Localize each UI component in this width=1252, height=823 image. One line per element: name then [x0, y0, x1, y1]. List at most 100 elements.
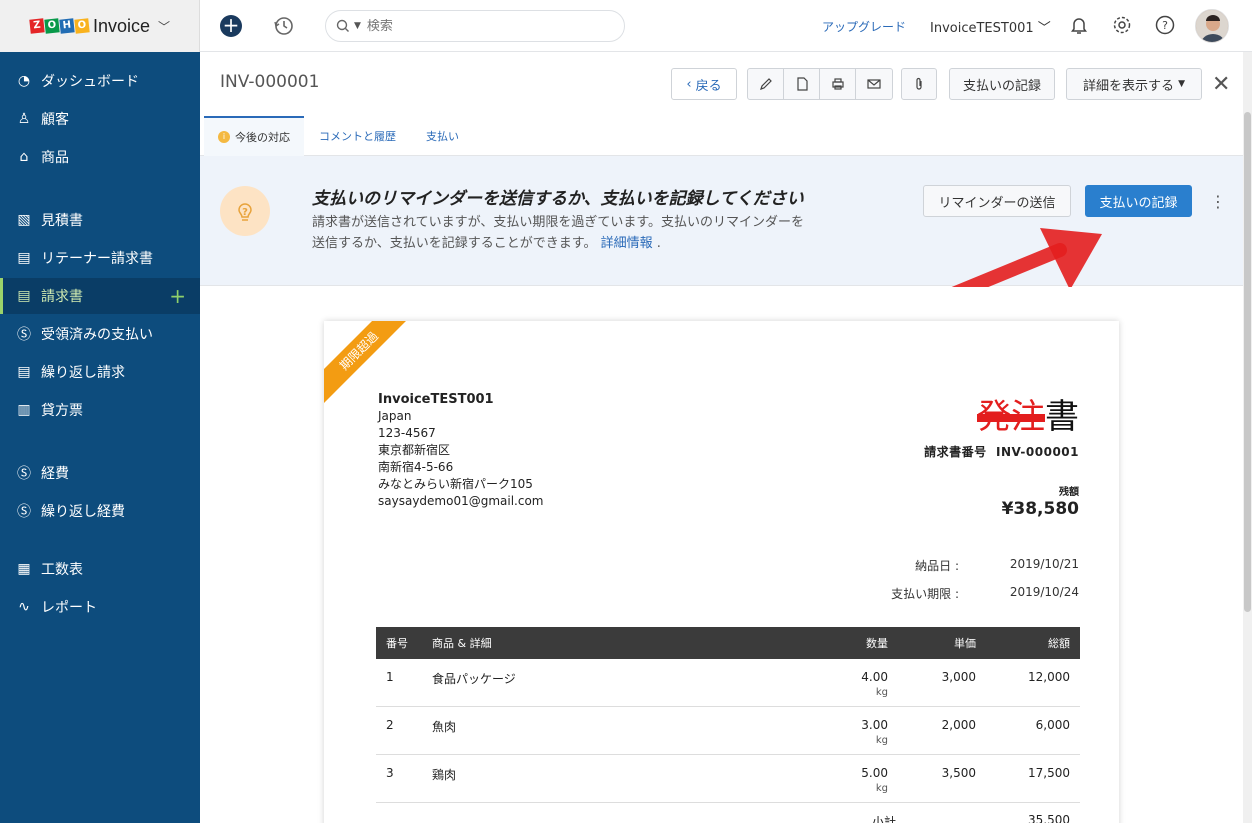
pencil-icon [759, 78, 772, 90]
more-details-button[interactable]: 詳細を表示する ▼ [1066, 68, 1202, 100]
app-name: Invoice [93, 15, 151, 36]
banner-record-payment-button[interactable]: 支払いの記録 [1085, 185, 1192, 217]
lightbulb-icon: ? [220, 186, 270, 236]
caret-down-icon: ▼ [1178, 79, 1186, 89]
rate: 2,000 [941, 718, 976, 732]
sidebar-item-credit-notes[interactable]: ▥ 貸方票 [0, 392, 200, 428]
banner-description: 請求書が送信されていますが、支払い期限を過ぎています。支払いのリマインダーを送信… [312, 212, 812, 254]
sidebar-item-label: リテーナー請求書 [41, 251, 153, 267]
table-row: 2 魚肉 3.00 kg 2,000 6,000 [376, 707, 1080, 755]
sidebar-item-label: 工数表 [41, 562, 83, 578]
tab-payments[interactable]: 支払い [426, 116, 459, 156]
row-number: 3 [386, 766, 394, 780]
search-box[interactable]: ▼ [325, 10, 625, 42]
search-icon [336, 19, 349, 32]
org-switcher[interactable]: InvoiceTEST001 ﹀ [930, 17, 1051, 36]
attachment-button[interactable] [901, 68, 937, 100]
due-date-row: 支払い期限 : 2019/10/24 [849, 585, 1079, 602]
sidebar-item-recurring-expenses[interactable]: Ⓢ 繰り返し経費 [0, 493, 200, 529]
avatar[interactable] [1195, 9, 1229, 43]
unit: kg [875, 783, 888, 794]
due-date-label: 支払い期限 : [891, 587, 959, 601]
delivery-date-label: 納品日 : [915, 559, 959, 573]
sender-email: saysaydemo01@gmail.com [378, 494, 544, 508]
amount: 17,500 [1028, 766, 1070, 780]
sidebar-item-label: 貸方票 [41, 403, 83, 419]
tab-label: 今後の対応 [235, 131, 290, 144]
user-icon: ♙ [17, 111, 31, 127]
email-button[interactable] [856, 69, 892, 99]
edit-button[interactable] [748, 69, 784, 99]
address-line: みなとみらい新宿パーク105 [378, 477, 533, 491]
column-header: 商品 & 詳細 [432, 637, 492, 650]
delivery-date-value: 2019/10/21 [1009, 557, 1079, 571]
retainer-icon: ▤ [17, 250, 31, 266]
history-icon[interactable] [272, 14, 296, 38]
page-scrollbar[interactable] [1243, 52, 1252, 823]
sidebar-item-timesheet[interactable]: ▦ 工数表 [0, 551, 200, 587]
invoice-icon: ▤ [17, 288, 31, 304]
add-invoice-button[interactable]: + [169, 284, 186, 308]
expense-icon: Ⓢ [17, 466, 31, 482]
item-name: 鶏肉 [432, 768, 457, 782]
send-reminder-button[interactable]: リマインダーの送信 [923, 185, 1071, 217]
tab-next-actions[interactable]: i 今後の対応 [204, 116, 304, 156]
sidebar-item-label: 繰り返し経費 [41, 504, 125, 520]
sidebar-item-label: 商品 [41, 150, 69, 166]
sidebar-item-label: 顧客 [41, 112, 69, 128]
sidebar-item-items[interactable]: ⌂ 商品 [0, 139, 200, 175]
item-name: 魚肉 [432, 720, 457, 734]
quantity: 3.00 [861, 718, 888, 732]
document-title: 発注書 [977, 389, 1079, 438]
help-icon[interactable]: ? [1154, 14, 1176, 36]
quantity-cell: 4.00 kg [788, 670, 888, 706]
search-filter-caret-icon[interactable]: ▼ [354, 21, 361, 31]
close-icon[interactable]: ✕ [1212, 72, 1230, 97]
scrollbar-thumb[interactable] [1244, 112, 1251, 612]
sidebar-item-reports[interactable]: ∿ レポート [0, 589, 200, 625]
tab-comments-history[interactable]: コメントと履歴 [319, 116, 396, 156]
back-button[interactable]: ‹ 戻る [671, 68, 737, 100]
balance-label: 残額 [1059, 487, 1079, 498]
sidebar-item-estimates[interactable]: ▧ 見積書 [0, 202, 200, 238]
sidebar-item-payments-received[interactable]: Ⓢ 受領済みの支払い [0, 316, 200, 352]
record-payment-button[interactable]: 支払いの記録 [949, 68, 1055, 100]
kebab-menu-icon[interactable]: ⋮ [1210, 192, 1226, 211]
sidebar-item-retainer[interactable]: ▤ リテーナー請求書 [0, 240, 200, 276]
learn-more-link[interactable]: 詳細情報 [601, 236, 653, 251]
row-number: 1 [386, 670, 394, 684]
quick-create-button[interactable]: + [220, 15, 242, 37]
subtotal-row: 小計 35,500 [376, 803, 1080, 823]
search-input[interactable] [366, 18, 597, 34]
page-title: INV-000001 [220, 72, 320, 92]
print-button[interactable] [820, 69, 856, 99]
pdf-button[interactable] [784, 69, 820, 99]
delivery-date-row: 納品日 : 2019/10/21 [849, 557, 1079, 574]
timesheet-icon: ▦ [17, 561, 31, 577]
mail-icon [867, 79, 881, 89]
gear-icon[interactable] [1111, 14, 1133, 36]
main-panel: INV-000001 ‹ 戻る 支払いの記録 詳細を表示する ▼ ✕ i 今後の対… [200, 52, 1243, 823]
invoice-preview-area: 期限超過 InvoiceTEST001 Japan 123-4567 東京都新宿… [200, 287, 1243, 823]
app-brand[interactable]: Z O H O Invoice ﹀ [0, 0, 200, 52]
bell-icon[interactable] [1068, 14, 1090, 36]
address-line: 123-4567 [378, 426, 436, 440]
svg-text:?: ? [1162, 19, 1168, 32]
logo-letter: O [44, 18, 60, 34]
sidebar-item-invoices[interactable]: ▤ 請求書 + [0, 278, 200, 314]
quantity-cell: 3.00 kg [788, 718, 888, 754]
basket-icon: ⌂ [19, 149, 29, 165]
upgrade-link[interactable]: アップグレード [822, 18, 906, 35]
sidebar-item-label: レポート [41, 600, 97, 616]
title-tail: 書 [1045, 397, 1079, 437]
sidebar-item-expenses[interactable]: Ⓢ 経費 [0, 455, 200, 491]
sidebar-item-recurring-invoices[interactable]: ▤ 繰り返し請求 [0, 354, 200, 390]
logo-letter: Z [29, 18, 45, 34]
dashboard-icon: ◔ [17, 73, 31, 89]
sidebar-item-dashboard[interactable]: ◔ ダッシュボード [0, 63, 200, 99]
sidebar-item-label: 受領済みの支払い [41, 327, 153, 343]
sidebar-item-customers[interactable]: ♙ 顧客 [0, 101, 200, 137]
sidebar-item-label: 繰り返し請求 [41, 365, 125, 381]
top-bar: Z O H O Invoice ﹀ + ▼ アップグレード InvoiceTES… [0, 0, 1252, 52]
printer-icon [831, 78, 844, 90]
